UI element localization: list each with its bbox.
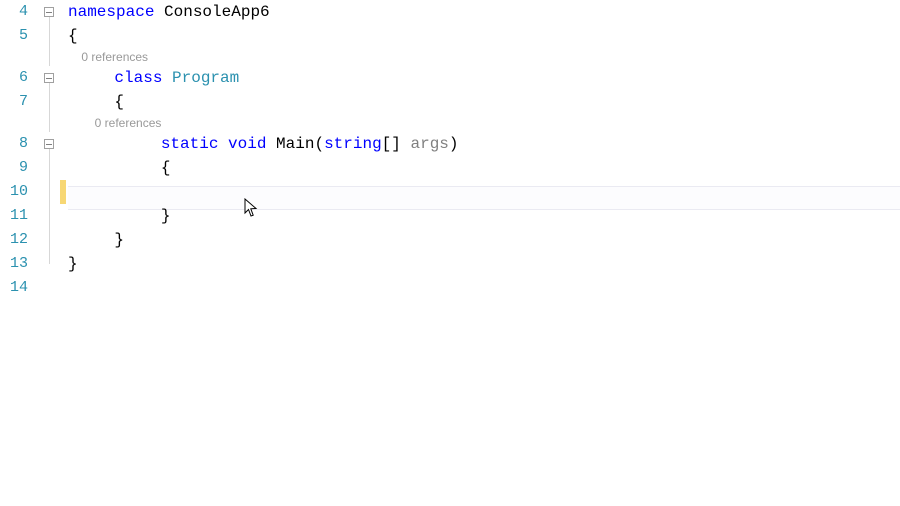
- class-name: Program: [162, 69, 239, 87]
- line-number: 13: [0, 252, 28, 276]
- line-number: 5: [0, 24, 28, 48]
- margin-row: [34, 48, 68, 66]
- margin-row: [34, 252, 68, 276]
- rparen: ): [449, 135, 459, 153]
- code-line[interactable]: {: [68, 156, 900, 180]
- code-line[interactable]: {: [68, 24, 900, 48]
- open-brace: {: [114, 93, 124, 111]
- codelens-text: 0 references: [95, 116, 162, 130]
- line-number: 9: [0, 156, 28, 180]
- namespace-name: ConsoleApp6: [154, 3, 269, 21]
- margin-row: [34, 24, 68, 48]
- code-line[interactable]: {: [68, 90, 900, 114]
- line-number: 8: [0, 132, 28, 156]
- line-number: 6: [0, 66, 28, 90]
- margin-row: [34, 66, 68, 90]
- method-name: Main: [266, 135, 314, 153]
- param-type: string: [324, 135, 382, 153]
- line-number: 10: [0, 180, 28, 204]
- param-brackets: []: [382, 135, 411, 153]
- keyword-class: class: [114, 69, 162, 87]
- code-line[interactable]: }: [68, 204, 900, 228]
- code-line[interactable]: static void Main(string[] args): [68, 132, 900, 156]
- code-line[interactable]: }: [68, 252, 900, 276]
- margin-row: [34, 156, 68, 180]
- code-area[interactable]: namespace ConsoleApp6 { 0 references cla…: [68, 0, 900, 506]
- fold-toggle-icon[interactable]: [44, 7, 54, 17]
- fold-toggle-icon[interactable]: [44, 139, 54, 149]
- fold-margin: [34, 0, 68, 506]
- fold-toggle-icon[interactable]: [44, 73, 54, 83]
- close-brace: }: [114, 231, 124, 249]
- keyword-void: void: [218, 135, 266, 153]
- line-number: 7: [0, 90, 28, 114]
- keyword-static: static: [161, 135, 219, 153]
- codelens-references[interactable]: 0 references: [68, 48, 900, 66]
- code-line[interactable]: }: [68, 228, 900, 252]
- lparen: (: [314, 135, 324, 153]
- keyword-namespace: namespace: [68, 3, 154, 21]
- codelens-text: 0 references: [81, 50, 148, 64]
- margin-row: [34, 228, 68, 252]
- codelens-references[interactable]: 0 references: [68, 114, 900, 132]
- code-editor[interactable]: 4 5 6 7 8 9 10 11 12 13 14: [0, 0, 900, 506]
- code-line[interactable]: [68, 180, 900, 204]
- open-brace: {: [68, 27, 78, 45]
- outline-guide: [49, 17, 50, 24]
- line-number: 14: [0, 276, 28, 300]
- close-brace: }: [68, 255, 78, 273]
- margin-row: [34, 90, 68, 114]
- change-indicator: [60, 180, 66, 204]
- line-number: 12: [0, 228, 28, 252]
- line-number: 11: [0, 204, 28, 228]
- margin-row: [34, 276, 68, 300]
- code-line[interactable]: class Program: [68, 66, 900, 90]
- param-name: args: [410, 135, 448, 153]
- close-brace: }: [161, 207, 171, 225]
- margin-row: [34, 132, 68, 156]
- margin-row: [34, 114, 68, 132]
- line-number-gutter: 4 5 6 7 8 9 10 11 12 13 14: [0, 0, 34, 506]
- margin-row: [34, 204, 68, 228]
- open-brace: {: [161, 159, 171, 177]
- margin-row: [34, 0, 68, 24]
- margin-row: [34, 180, 68, 204]
- code-line[interactable]: namespace ConsoleApp6: [68, 0, 900, 24]
- line-number: 4: [0, 0, 28, 24]
- code-line[interactable]: [68, 276, 900, 300]
